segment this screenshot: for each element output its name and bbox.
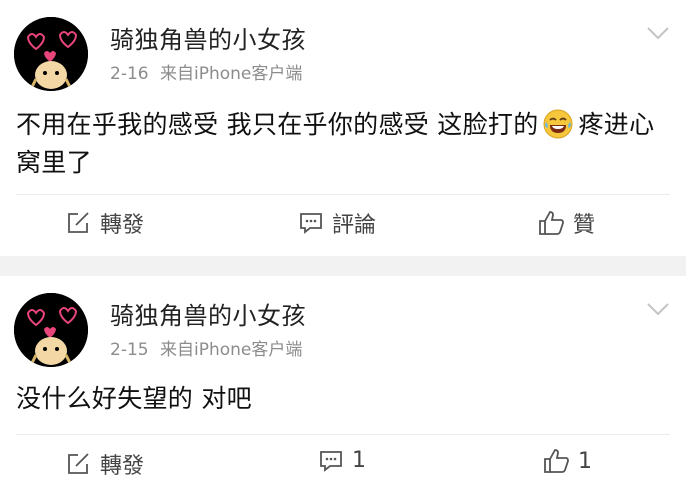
post-source: 来自iPhone客户端	[160, 340, 303, 360]
like-button[interactable]: 1	[542, 448, 592, 474]
comment-button[interactable]: 評論	[298, 207, 376, 239]
thumbs-up-icon	[542, 448, 570, 474]
weibo-feed: 骑独角兽的小女孩 2-16 来自iPhone客户端 不用在乎我的感受 我只在乎你…	[0, 0, 686, 503]
comment-count: 1	[352, 448, 366, 473]
like-button[interactable]: 贊	[537, 207, 595, 239]
edit-square-icon	[66, 452, 92, 476]
repost-button[interactable]: 轉發	[66, 448, 144, 480]
post-card: 骑独角兽的小女孩 2-15 来自iPhone客户端 没什么好失望的 对吧 轉發 …	[0, 276, 686, 503]
avatar-image	[14, 293, 88, 367]
username[interactable]: 骑独角兽的小女孩	[110, 20, 306, 55]
like-count: 1	[578, 448, 592, 474]
divider	[16, 194, 670, 195]
avatar-image	[14, 17, 88, 91]
edit-square-icon	[66, 211, 92, 235]
comment-button[interactable]: 1	[318, 448, 366, 473]
comment-bubble-icon	[298, 211, 324, 235]
repost-label: 轉發	[100, 213, 145, 238]
post-meta: 2-15 来自iPhone客户端	[110, 335, 302, 360]
post-text-part: 没什么好失望的 对吧	[16, 384, 252, 413]
post-date: 2-15	[110, 340, 149, 360]
comment-bubble-icon	[318, 449, 344, 473]
post-text-part: 不用在乎我的感受 我只在乎你的感受 这脸打的	[16, 110, 539, 139]
repost-label: 轉發	[100, 454, 145, 479]
post-card: 骑独角兽的小女孩 2-16 来自iPhone客户端 不用在乎我的感受 我只在乎你…	[0, 0, 686, 256]
thumbs-up-icon	[537, 210, 565, 236]
divider	[16, 434, 670, 435]
like-label: 贊	[573, 213, 596, 238]
laughing-tears-emoji-icon	[543, 109, 573, 139]
post-text: 没什么好失望的 对吧	[16, 380, 666, 418]
chevron-down-icon[interactable]	[646, 302, 670, 316]
avatar[interactable]	[14, 17, 88, 91]
post-date: 2-16	[110, 64, 149, 84]
avatar[interactable]	[14, 293, 88, 367]
comment-label: 評論	[332, 213, 377, 238]
post-meta: 2-16 来自iPhone客户端	[110, 59, 302, 84]
username[interactable]: 骑独角兽的小女孩	[110, 296, 306, 331]
post-text: 不用在乎我的感受 我只在乎你的感受 这脸打的 疼进心窝里了	[16, 106, 666, 182]
post-source: 来自iPhone客户端	[160, 64, 303, 84]
repost-button[interactable]: 轉發	[66, 207, 144, 239]
chevron-down-icon[interactable]	[646, 26, 670, 40]
